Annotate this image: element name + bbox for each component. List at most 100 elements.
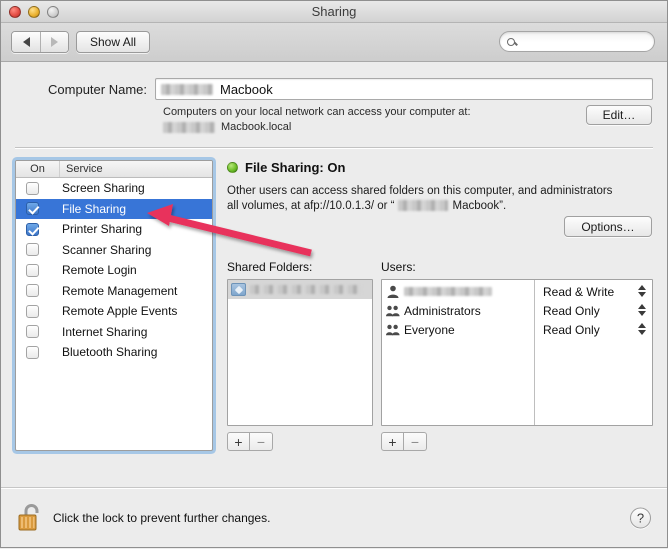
services-table-header: On Service [16, 161, 212, 178]
back-arrow-icon [22, 37, 30, 47]
service-name-label: Scanner Sharing [62, 242, 152, 257]
user-row[interactable] [382, 282, 534, 301]
permission-stepper[interactable] [638, 323, 646, 335]
service-row[interactable]: Screen Sharing [16, 178, 212, 199]
service-row[interactable]: Bluetooth Sharing [16, 342, 212, 363]
service-row[interactable]: Remote Apple Events [16, 301, 212, 322]
service-checkbox[interactable] [26, 263, 39, 277]
forward-button[interactable] [40, 32, 68, 52]
user-row[interactable]: Administrators [382, 301, 534, 320]
lock-hint-text: Click the lock to prevent further change… [53, 510, 271, 525]
permission-value: Read & Write [543, 284, 615, 299]
network-hint-line2: Macbook.local [221, 121, 292, 133]
user-name-label: Administrators [404, 303, 481, 318]
permission-value: Read Only [543, 303, 600, 318]
user-name-label: Everyone [404, 322, 455, 337]
permission-value: Read Only [543, 322, 600, 337]
options-button[interactable]: Options… [564, 216, 652, 237]
permission-stepper[interactable] [638, 304, 646, 316]
users-names-column: Administrators Everyone [382, 280, 535, 425]
network-hint-line1: Computers on your local network can acce… [163, 106, 471, 118]
service-row[interactable]: Scanner Sharing [16, 240, 212, 261]
service-row[interactable]: Internet Sharing [16, 322, 212, 343]
service-checkbox[interactable] [26, 222, 39, 236]
service-detail-pane: File Sharing: On Other users can access … [213, 160, 653, 487]
service-checkbox[interactable] [26, 345, 39, 359]
service-name-label: Remote Apple Events [62, 304, 178, 319]
shared-folders-column: Shared Folders: + − [227, 260, 373, 451]
shared-folders-label: Shared Folders: [227, 260, 313, 274]
permission-stepper[interactable] [638, 285, 646, 297]
services-header-on: On [16, 161, 60, 177]
user-permission-row[interactable]: Read Only [535, 301, 652, 320]
service-name-label: Bluetooth Sharing [62, 345, 158, 360]
help-button[interactable]: ? [630, 507, 651, 528]
window-title: Sharing [311, 4, 357, 19]
service-name-label: Remote Management [62, 283, 178, 298]
stepper-up-icon[interactable] [638, 304, 646, 309]
service-name-label: Remote Login [62, 263, 137, 278]
shared-folders-list[interactable] [227, 279, 373, 426]
stepper-down-icon[interactable] [638, 311, 646, 316]
service-name-label: Internet Sharing [62, 324, 148, 339]
service-checkbox[interactable] [26, 325, 39, 339]
remove-user-button[interactable]: − [404, 432, 427, 451]
description-line1: Other users can access shared folders on… [227, 185, 613, 197]
service-checkbox[interactable] [26, 284, 39, 298]
computer-name-value: Macbook [220, 81, 273, 97]
service-checkbox[interactable] [26, 243, 39, 257]
search-icon [507, 37, 515, 46]
services-header-service: Service [66, 163, 103, 175]
back-button[interactable] [12, 32, 40, 52]
search-field[interactable] [499, 31, 655, 52]
service-row[interactable]: Remote Management [16, 281, 212, 302]
service-checkbox[interactable] [26, 202, 39, 216]
service-checkbox[interactable] [26, 304, 39, 318]
computer-name-section: Computer Name: Macbook Computers on your… [1, 62, 667, 148]
edit-computer-name-button[interactable]: Edit… [586, 105, 652, 125]
computer-name-row: Computer Name: Macbook [15, 78, 653, 100]
users-permissions-column: Read & Write Read Only Read Only [535, 280, 652, 425]
computer-name-hint-row: Computers on your local network can acce… [15, 105, 653, 135]
users-column: Users: Administrators Everyone Read & Wri… [381, 260, 653, 451]
user-permission-row[interactable]: Read Only [535, 320, 652, 339]
unlocked-lock-icon[interactable] [17, 503, 43, 533]
service-name-label: Screen Sharing [62, 181, 145, 196]
window-titlebar: Sharing [1, 1, 667, 23]
preferences-toolbar: Show All [1, 23, 667, 62]
network-access-hint: Computers on your local network can acce… [163, 105, 586, 135]
stepper-down-icon[interactable] [638, 330, 646, 335]
computer-name-input[interactable]: Macbook [155, 78, 653, 100]
services-list[interactable]: On Service Screen Sharing File Sharing Pri… [15, 160, 213, 451]
remove-shared-folder-button[interactable]: − [250, 432, 273, 451]
navigation-segmented-control [11, 31, 69, 53]
file-sharing-status: File Sharing: On [227, 160, 653, 175]
redacted-hostname-part [163, 121, 215, 133]
users-label: Users: [381, 260, 416, 274]
shared-folder-item[interactable] [228, 280, 372, 299]
user-permission-row[interactable]: Read & Write [535, 282, 652, 301]
stepper-up-icon[interactable] [638, 323, 646, 328]
single-user-icon [387, 285, 399, 298]
user-row[interactable]: Everyone [382, 320, 534, 339]
service-row[interactable]: File Sharing [16, 198, 212, 219]
computer-name-label: Computer Name: [48, 81, 147, 97]
redacted-folder-name [250, 285, 362, 294]
stepper-down-icon[interactable] [638, 292, 646, 297]
forward-arrow-icon [51, 37, 58, 47]
service-row[interactable]: Remote Login [16, 260, 212, 281]
service-row[interactable]: Printer Sharing [16, 219, 212, 240]
add-shared-folder-button[interactable]: + [227, 432, 250, 451]
search-input[interactable] [519, 35, 639, 48]
description-line2-post: Macbook”. [452, 200, 507, 212]
service-checkbox[interactable] [26, 181, 39, 195]
status-label: File Sharing: On [245, 160, 346, 175]
show-all-button[interactable]: Show All [76, 31, 151, 53]
group-users-icon [386, 305, 400, 317]
stepper-up-icon[interactable] [638, 285, 646, 290]
users-list[interactable]: Administrators Everyone Read & Write Read … [381, 279, 653, 426]
users-buttons: + − [381, 432, 653, 451]
service-name-label: File Sharing [62, 201, 127, 216]
shared-folders-buttons: + − [227, 432, 373, 451]
add-user-button[interactable]: + [381, 432, 404, 451]
